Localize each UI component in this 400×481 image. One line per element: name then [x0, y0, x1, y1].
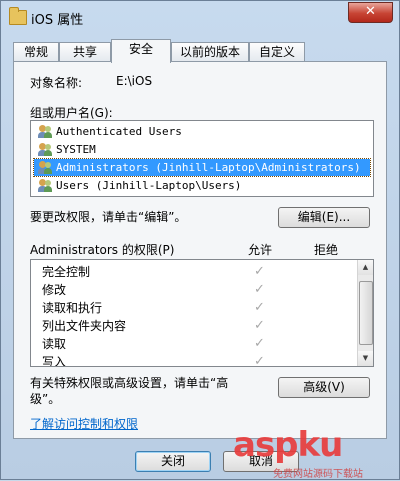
- advanced-hint: 有关特殊权限或高级设置，请单击“高级”。: [30, 376, 229, 406]
- allow-check-icon: ✓: [254, 336, 265, 351]
- user-group-icon: [38, 160, 53, 175]
- window-close-button[interactable]: ✕: [348, 2, 393, 23]
- scroll-down-icon[interactable]: ▼: [358, 351, 373, 366]
- aspku-watermark: aspku 免费网站源码下载站: [233, 425, 400, 481]
- allow-check-icon: ✓: [254, 354, 265, 367]
- permissions-scrollbar[interactable]: ▲ ▼: [357, 260, 373, 366]
- permission-name: 写入: [42, 355, 67, 367]
- permission-name: 列出文件夹内容: [42, 319, 127, 333]
- permission-name: 修改: [42, 283, 67, 297]
- edit-button[interactable]: 编辑(E)...: [278, 207, 370, 228]
- window-title: iOS 属性: [31, 13, 84, 28]
- allow-column-header: 允许: [248, 243, 273, 257]
- close-button[interactable]: 关闭: [135, 451, 211, 472]
- user-name: Administrators (Jinhill-Laptop\Administr…: [56, 161, 361, 174]
- user-row-users[interactable]: Users (Jinhill-Laptop\Users): [34, 177, 370, 194]
- user-name: SYSTEM: [56, 143, 96, 156]
- user-row-system[interactable]: SYSTEM: [34, 141, 370, 158]
- user-row-administrators[interactable]: Administrators (Jinhill-Laptop\Administr…: [33, 158, 371, 177]
- object-name-value: E:\iOS: [116, 74, 153, 88]
- users-listbox[interactable]: Authenticated Users SYSTEM Administrator…: [30, 120, 374, 197]
- deny-column-header: 拒绝: [314, 243, 339, 257]
- user-row-authenticated-users[interactable]: Authenticated Users: [34, 123, 370, 140]
- watermark-text: aspku: [233, 425, 343, 465]
- advanced-button[interactable]: 高级(V): [278, 377, 370, 398]
- user-name: Users (Jinhill-Laptop\Users): [56, 179, 242, 192]
- properties-window: iOS 属性 ✕ 常规 共享 安全 以前的版本 自定义 对象名称: E:\iOS…: [0, 0, 400, 480]
- tab-previous-versions[interactable]: 以前的版本: [171, 42, 249, 62]
- watermark-subtext: 免费网站源码下载站: [273, 469, 363, 480]
- edit-hint: 要更改权限，请单击“编辑”。: [30, 210, 187, 224]
- scroll-up-icon[interactable]: ▲: [358, 260, 373, 275]
- scroll-thumb[interactable]: [359, 281, 373, 345]
- allow-check-icon: ✓: [254, 318, 265, 333]
- permission-row: 读取和执行 ✓: [31, 299, 357, 317]
- allow-check-icon: ✓: [254, 300, 265, 315]
- group-users-label: 组或用户名(G):: [30, 106, 113, 120]
- title-bar[interactable]: iOS 属性 ✕: [1, 1, 399, 33]
- permissions-list[interactable]: 完全控制 ✓ 修改 ✓ 读取和执行 ✓ 列出文件夹内容 ✓ 读取 ✓ 写入 ✓ …: [30, 259, 374, 367]
- permission-row: 列出文件夹内容 ✓: [31, 317, 357, 335]
- tab-security[interactable]: 安全: [111, 39, 171, 63]
- tab-sharing[interactable]: 共享: [59, 42, 111, 62]
- user-group-icon: [38, 178, 53, 193]
- permission-row: 完全控制 ✓: [31, 263, 357, 281]
- tab-general[interactable]: 常规: [13, 42, 59, 62]
- learn-access-control-link[interactable]: 了解访问控制和权限: [30, 415, 138, 432]
- permission-name: 读取和执行: [42, 301, 103, 315]
- allow-check-icon: ✓: [254, 282, 265, 297]
- permission-row: 写入 ✓: [31, 353, 357, 367]
- object-name-label: 对象名称:: [30, 76, 83, 90]
- user-group-icon: [38, 124, 53, 139]
- permission-row: 读取 ✓: [31, 335, 357, 353]
- permission-row: 修改 ✓: [31, 281, 357, 299]
- user-name: Authenticated Users: [56, 125, 182, 138]
- permission-name: 读取: [42, 337, 67, 351]
- user-group-icon: [38, 142, 53, 157]
- permission-name: 完全控制: [42, 265, 91, 279]
- allow-check-icon: ✓: [254, 264, 265, 279]
- permissions-title: Administrators 的权限(P): [30, 243, 175, 257]
- folder-icon: [9, 7, 27, 25]
- tab-customize[interactable]: 自定义: [249, 42, 305, 62]
- permissions-header: Administrators 的权限(P) 允许 拒绝: [18, 241, 368, 257]
